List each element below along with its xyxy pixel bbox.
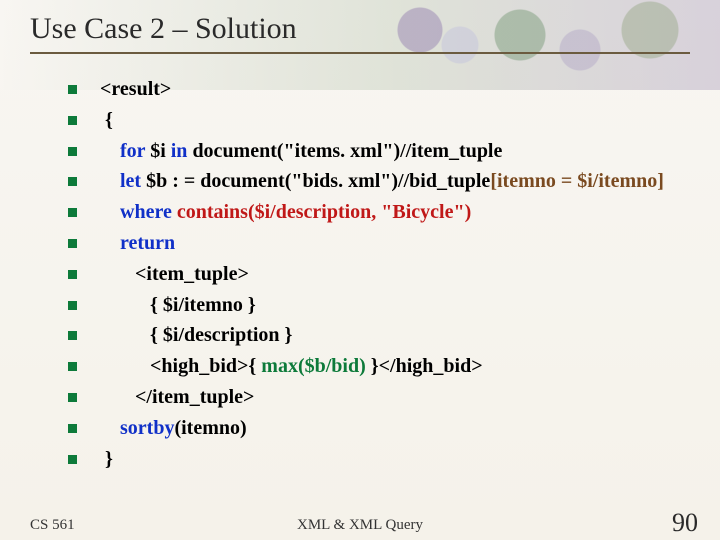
bullet-icon	[68, 270, 77, 279]
code-text: </item_tuple>	[95, 382, 700, 413]
code-line: <item_tuple>	[68, 259, 700, 290]
code-line: <result>	[68, 74, 700, 105]
code-line: <high_bid>{ max($b/bid) }</high_bid>	[68, 351, 700, 382]
code-line: { $i/itemno }	[68, 290, 700, 321]
code-block: <result> { for $i in document("items. xm…	[68, 74, 700, 474]
code-text: for $i in document("items. xml")//item_t…	[95, 136, 700, 167]
bullet-icon	[68, 208, 77, 217]
bullet-icon	[68, 331, 77, 340]
code-line: </item_tuple>	[68, 382, 700, 413]
code-text: {	[95, 105, 700, 136]
code-text: let $b : = document("bids. xml")//bid_tu…	[95, 166, 700, 197]
code-line: }	[68, 444, 700, 475]
bullet-icon	[68, 116, 77, 125]
footer-course-code: CS 561	[30, 517, 75, 534]
code-text: <high_bid>{ max($b/bid) }</high_bid>	[95, 351, 700, 382]
code-line: let $b : = document("bids. xml")//bid_tu…	[68, 166, 700, 197]
code-text: <result>	[95, 74, 700, 105]
code-text: where contains($i/description, "Bicycle"…	[95, 197, 700, 228]
code-text: <item_tuple>	[95, 259, 700, 290]
bullet-icon	[68, 147, 77, 156]
code-line: where contains($i/description, "Bicycle"…	[68, 197, 700, 228]
code-text: sortby(itemno)	[95, 413, 700, 444]
code-text: return	[95, 228, 700, 259]
bullet-icon	[68, 424, 77, 433]
code-line: {	[68, 105, 700, 136]
bullet-icon	[68, 393, 77, 402]
code-line: sortby(itemno)	[68, 413, 700, 444]
footer-topic: XML & XML Query	[297, 517, 423, 534]
slide-title: Use Case 2 – Solution	[30, 12, 297, 46]
slide-number: 90	[672, 508, 698, 538]
bullet-icon	[68, 455, 77, 464]
bullet-icon	[68, 239, 77, 248]
code-line: { $i/description }	[68, 320, 700, 351]
title-underline	[30, 52, 690, 54]
bullet-icon	[68, 85, 77, 94]
code-text: { $i/description }	[95, 320, 700, 351]
code-line: return	[68, 228, 700, 259]
bullet-icon	[68, 301, 77, 310]
bullet-icon	[68, 177, 77, 186]
code-line: for $i in document("items. xml")//item_t…	[68, 136, 700, 167]
bullet-icon	[68, 362, 77, 371]
code-text: }	[95, 444, 700, 475]
code-text: { $i/itemno }	[95, 290, 700, 321]
